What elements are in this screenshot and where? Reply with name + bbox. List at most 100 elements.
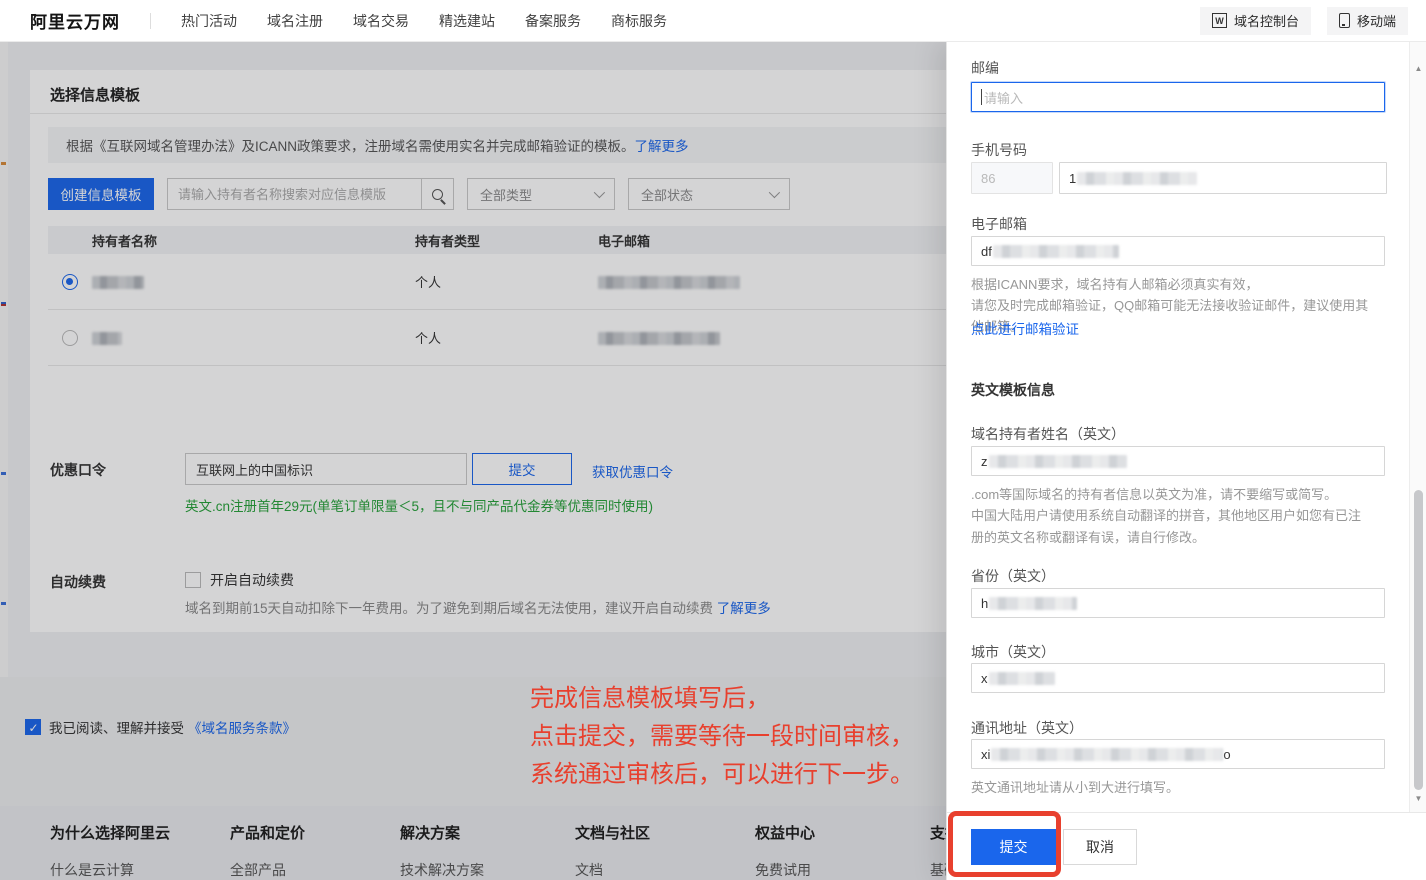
type-filter-select[interactable]: 全部类型 <box>467 178 615 210</box>
search-icon <box>432 189 443 200</box>
email-label: 电子邮箱 <box>971 214 1027 234</box>
footer-col-title: 为什么选择阿里云 <box>50 822 230 843</box>
nav-item-domain-trade[interactable]: 域名交易 <box>353 11 409 31</box>
nav-divider <box>150 13 151 29</box>
phone-label: 手机号码 <box>971 140 1027 160</box>
drawer-submit-button[interactable]: 提交 <box>971 829 1056 865</box>
promo-code-input[interactable] <box>185 453 467 485</box>
site-logo[interactable]: 阿里云万网 <box>30 8 120 33</box>
window-edge-artifact <box>1 472 6 475</box>
footer-col-title: 文档与社区 <box>575 822 755 843</box>
holder-type-cell: 个人 <box>415 272 598 291</box>
agreement-checkbox[interactable] <box>25 719 41 735</box>
chevron-down-icon <box>594 187 605 198</box>
email-prefix: df <box>981 244 992 259</box>
nav-item-domain-register[interactable]: 域名注册 <box>267 11 323 31</box>
postal-code-input[interactable]: 请输入 <box>971 82 1385 112</box>
mobile-app-button[interactable]: 移动端 <box>1327 7 1408 35</box>
drawer-cancel-button[interactable]: 取消 <box>1063 829 1137 865</box>
type-filter-value: 全部类型 <box>480 185 532 204</box>
wanwang-icon: W <box>1212 13 1227 28</box>
auto-renew-description: 域名到期前15天自动扣除下一年费用。为了避免到期后域名无法使用，建议开启自动续费… <box>185 597 771 617</box>
holder-name-en-input[interactable]: z <box>971 446 1385 476</box>
window-edge-artifact <box>1 602 6 605</box>
footer-col-item[interactable]: 什么是云计算 <box>50 860 230 880</box>
template-search-input[interactable] <box>168 179 421 209</box>
domain-console-button[interactable]: W 域名控制台 <box>1200 7 1311 35</box>
masked-province-en <box>989 597 1077 610</box>
auto-renew-learn-more-link[interactable]: 了解更多 <box>717 601 771 616</box>
window-edge-artifact <box>1 304 6 306</box>
email-note-1: 根据ICANN要求，域名持有人邮箱必须真实有效， <box>971 274 1371 295</box>
address-en-input[interactable]: xi o <box>971 739 1385 769</box>
get-promo-code-link[interactable]: 获取优惠口令 <box>592 461 673 481</box>
footer-column: 文档与社区 文档 <box>575 806 755 880</box>
footer-column: 产品和定价 全部产品 <box>230 806 400 880</box>
footer-col-item[interactable]: 免费试用 <box>755 860 930 880</box>
scroll-up-icon[interactable]: ▲ <box>1410 60 1426 77</box>
header-holder-name: 持有者名称 <box>92 231 415 250</box>
scrollbar-thumb[interactable] <box>1414 490 1423 790</box>
address-en-label: 通讯地址（英文） <box>971 718 1083 738</box>
footer-column: 解决方案 技术解决方案 <box>400 806 575 880</box>
footer-col-item[interactable]: 全部产品 <box>230 860 400 880</box>
phone-prefix: 1 <box>1069 171 1076 186</box>
masked-city-en <box>989 672 1055 685</box>
terms-link[interactable]: 《域名服务条款》 <box>188 717 296 737</box>
search-button[interactable] <box>421 179 453 209</box>
nav-item-trademark-service[interactable]: 商标服务 <box>611 11 667 31</box>
status-filter-select[interactable]: 全部状态 <box>628 178 790 210</box>
footer-column: 权益中心 免费试用 <box>755 806 930 880</box>
phone-number-input[interactable]: 1 <box>1059 162 1387 194</box>
template-search-box <box>167 178 454 210</box>
template-controls-row: 创建信息模板 全部类型 全部状态 <box>48 178 790 210</box>
row-radio-selected[interactable] <box>62 274 78 290</box>
holder-name-note-2: 中国大陆用户请使用系统自动翻译的拼音，其他地区用户如您有已注册的英文名称或翻译有… <box>971 505 1371 548</box>
nav-item-hot-activities[interactable]: 热门活动 <box>181 11 237 31</box>
holder-name-en-label: 域名持有者姓名（英文） <box>971 424 1125 444</box>
holder-name-prefix: z <box>981 454 988 469</box>
city-en-label: 城市（英文） <box>971 642 1055 662</box>
country-code-input[interactable]: 86 <box>971 162 1053 194</box>
text-caret <box>981 89 982 105</box>
chevron-down-icon <box>769 187 780 198</box>
email-verify-link[interactable]: 点此进行邮箱验证 <box>971 318 1079 338</box>
province-en-label: 省份（英文） <box>971 566 1055 586</box>
holder-name-note-1: .com等国际域名的持有者信息以英文为准，请不要缩写或简写。 <box>971 484 1371 505</box>
section-title: 选择信息模板 <box>50 84 140 105</box>
masked-holder-name <box>92 332 122 345</box>
promo-code-label: 优惠口令 <box>50 460 106 480</box>
row-radio-unselected[interactable] <box>62 330 78 346</box>
province-en-input[interactable]: h <box>971 588 1385 618</box>
footer-col-item[interactable]: 技术解决方案 <box>400 860 575 880</box>
masked-phone-number <box>1077 172 1197 185</box>
nav-item-site-builder[interactable]: 精选建站 <box>439 11 495 31</box>
postal-code-label: 邮编 <box>971 58 999 78</box>
masked-email-value <box>993 245 1119 258</box>
auto-renew-checkbox-label: 开启自动续费 <box>210 570 294 590</box>
domain-console-label: 域名控制台 <box>1234 11 1299 30</box>
template-form-drawer: 邮编 请输入 手机号码 86 1 电子邮箱 df 根据ICANN要求，域名持有人… <box>946 42 1426 880</box>
top-navbar: 阿里云万网 热门活动 域名注册 域名交易 精选建站 备案服务 商标服务 W 域名… <box>0 0 1426 42</box>
nav-item-icp-service[interactable]: 备案服务 <box>525 11 581 31</box>
auto-renew-checkbox[interactable] <box>185 572 201 588</box>
masked-holder-name <box>92 276 144 289</box>
promo-submit-button[interactable]: 提交 <box>472 453 572 485</box>
learn-more-link[interactable]: 了解更多 <box>635 135 689 155</box>
city-en-input[interactable]: x <box>971 663 1385 693</box>
create-template-button[interactable]: 创建信息模板 <box>48 178 154 210</box>
address-note: 英文通讯地址请从小到大进行填写。 <box>971 777 1371 798</box>
agreement-text: 我已阅读、理解并接受 <box>49 717 184 737</box>
masked-email <box>598 332 720 345</box>
agreement-row: 我已阅读、理解并接受 《域名服务条款》 <box>25 717 296 737</box>
drawer-scrollbar[interactable]: ▲ ▼ <box>1409 42 1426 812</box>
status-filter-value: 全部状态 <box>641 185 693 204</box>
english-template-section-title: 英文模板信息 <box>971 380 1055 400</box>
email-input[interactable]: df <box>971 236 1385 266</box>
promo-note: 英文.cn注册首年29元(单笔订单限量＜5，且不与同产品代金券等优惠同时使用) <box>185 495 653 515</box>
footer-col-title: 产品和定价 <box>230 822 400 843</box>
window-edge-artifact <box>1 162 6 165</box>
footer-col-item[interactable]: 文档 <box>575 860 755 880</box>
city-prefix: x <box>981 671 988 686</box>
scroll-down-icon[interactable]: ▼ <box>1410 790 1426 807</box>
